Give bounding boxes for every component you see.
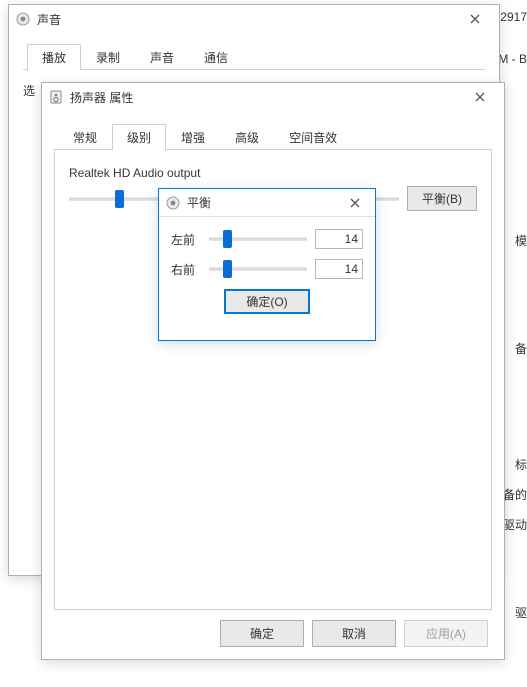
properties-close-button[interactable] [462, 83, 498, 111]
close-icon [475, 92, 485, 102]
tab-level[interactable]: 级别 [112, 124, 166, 150]
fragment-text: 备的 [503, 486, 527, 503]
tab-advanced[interactable]: 高级 [220, 124, 274, 150]
select-device-label: 选 [23, 82, 41, 99]
sound-tabs: 播放 录制 声音 通信 [23, 43, 485, 70]
sound-close-button[interactable] [457, 5, 493, 33]
fragment-text: 标 [515, 456, 527, 473]
close-icon [350, 198, 360, 208]
left-front-label: 左前 [171, 231, 201, 248]
sound-title: 声音 [37, 11, 457, 28]
balance-title: 平衡 [187, 194, 341, 211]
speaker-icon [15, 11, 31, 27]
left-front-value[interactable] [315, 229, 363, 249]
speaker-device-icon [48, 89, 64, 105]
balance-right-row: 右前 [171, 259, 363, 279]
balance-close-button[interactable] [341, 189, 369, 217]
properties-titlebar[interactable]: 扬声器 属性 [42, 83, 504, 111]
speaker-icon [165, 195, 181, 211]
balance-button[interactable]: 平衡(B) [407, 186, 477, 211]
tab-record[interactable]: 录制 [81, 44, 135, 70]
apply-button[interactable]: 应用(A) [404, 620, 488, 647]
sound-titlebar[interactable]: 声音 [9, 5, 499, 33]
tab-sound[interactable]: 声音 [135, 44, 189, 70]
properties-window: 扬声器 属性 常规 级别 增强 高级 空间音效 Realtek HD Audio… [41, 82, 505, 660]
output-group-label: Realtek HD Audio output [69, 166, 477, 180]
right-front-value[interactable] [315, 259, 363, 279]
properties-actions: 确定 取消 应用(A) [54, 610, 492, 659]
tab-play[interactable]: 播放 [27, 44, 81, 70]
balance-dialog: 平衡 左前 右前 确定(O) [158, 188, 376, 341]
left-front-slider[interactable] [209, 229, 307, 249]
properties-tabs: 常规 级别 增强 高级 空间音效 [54, 123, 492, 150]
balance-titlebar[interactable]: 平衡 [159, 189, 375, 217]
tab-comm[interactable]: 通信 [189, 44, 243, 70]
fragment-text: 驱动 [503, 516, 527, 533]
fragment-text: 备 [515, 340, 527, 357]
cancel-button[interactable]: 取消 [312, 620, 396, 647]
tab-general[interactable]: 常规 [58, 124, 112, 150]
fragment-text: 驱 [515, 604, 527, 621]
balance-ok-button[interactable]: 确定(O) [224, 289, 310, 314]
ok-button[interactable]: 确定 [220, 620, 304, 647]
tab-enhance[interactable]: 增强 [166, 124, 220, 150]
properties-title: 扬声器 属性 [70, 89, 462, 106]
balance-left-row: 左前 [171, 229, 363, 249]
close-icon [470, 14, 480, 24]
fragment-text: 模 [515, 232, 527, 249]
tab-spatial[interactable]: 空间音效 [274, 124, 352, 150]
right-front-label: 右前 [171, 261, 201, 278]
right-front-slider[interactable] [209, 259, 307, 279]
